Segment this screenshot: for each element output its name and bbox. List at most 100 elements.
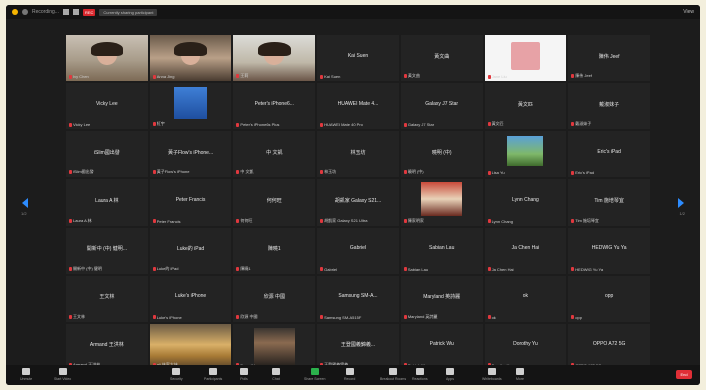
participant-tile[interactable]: 陳曉1 陳曉1 [233, 227, 316, 274]
previous-page-arrow-icon[interactable] [22, 198, 28, 208]
participant-label-text: 黃子Flow's iPhone [156, 169, 190, 175]
participant-tile[interactable]: Ivy Chen [66, 35, 148, 82]
toolbar-button-apps[interactable]: Apps [446, 368, 454, 381]
rec-badge: REC [82, 8, 96, 16]
participant-label-text: 中 文凱 [240, 169, 254, 175]
shield-icon[interactable] [12, 9, 18, 15]
participant-display-name: HUAWEI Mate 4... [337, 100, 379, 107]
participant-tile[interactable]: Dorothy YuDorothy Yu [484, 323, 567, 370]
participant-tile[interactable]: HEDWIG Yu Ya HEDWIG Yu Ya [568, 227, 650, 274]
toolbar-button-polls[interactable]: Polls [240, 368, 248, 381]
participant-tile[interactable]: 開新中 (中) 健明... 開新中 (中) 健明 [66, 227, 148, 274]
participant-tile[interactable]: Lynn Chang Lynn Chang [484, 179, 567, 226]
participant-tile[interactable]: 戴淑妹子 戴淑妹子 [568, 83, 650, 130]
muted-mic-icon [403, 170, 407, 175]
participant-tile[interactable]: Sabian Lau Sabian Lau [400, 227, 483, 274]
participant-tile[interactable]: Eric's iPad Eric's iPad [568, 131, 650, 178]
participant-tile[interactable]: Kai Suen Kai Suen [317, 35, 399, 82]
participant-label-text: Lynn Chang [491, 218, 513, 224]
participant-name-label: Anna Jing [152, 74, 175, 79]
participant-display-name: 王登國義錦義... [340, 342, 376, 349]
participant-tile[interactable]: Dave Wang [233, 323, 316, 370]
next-page-arrow-icon[interactable] [678, 198, 684, 208]
toolbar-button-unmute[interactable]: Unmute [20, 368, 32, 381]
participant-tile[interactable]: Luke的 iPad Luke的 iPad [149, 227, 232, 274]
participant-tile[interactable]: 陳家明家 [400, 179, 483, 226]
participant-label-text: Kai Suen [324, 74, 341, 80]
participant-tile[interactable]: ali 林家大妹 [149, 323, 232, 370]
participant-tile[interactable]: 何何旺 何何旺 [233, 179, 316, 226]
sharing-pill[interactable]: Currently sharing participant [99, 8, 158, 16]
end-meeting-button[interactable]: End [676, 370, 692, 379]
info-icon[interactable] [22, 9, 28, 15]
participant-tile[interactable]: 紅宇 [149, 83, 232, 130]
participant-label-text: Sabian Lau [407, 266, 429, 272]
participant-tile[interactable]: Maryland 英詩麗 Maryland 英詩麗 [400, 275, 483, 322]
participant-tile[interactable]: 林玉坊 林玉坊 [317, 131, 399, 178]
muted-mic-icon [320, 170, 324, 175]
participant-label-text: 王莉 [240, 73, 249, 79]
participant-tile[interactable]: Armand 王洪林Armand 王洪林 [66, 323, 148, 370]
participant-tile[interactable]: opp opp [568, 275, 650, 322]
participant-tile[interactable]: Samsung SM-A... Samsung SM-A515F [317, 275, 399, 322]
participant-display-name: 曉明 (中) [431, 149, 452, 156]
participant-tile[interactable]: Anna Jing [149, 35, 232, 82]
breakout-rooms-icon [389, 368, 398, 375]
participant-name-label: Sabian Lau [403, 266, 429, 272]
participant-tile[interactable]: OPPO A72 5GOPPO A72 5G [568, 323, 650, 370]
participant-display-name: Peter Francis [175, 196, 206, 203]
pause-icon[interactable] [62, 9, 69, 15]
toolbar-button-reactions[interactable]: Reactions [412, 368, 428, 381]
participant-tile[interactable]: Peter's iPhone6... Peter's iPhone6s Plus [233, 83, 316, 130]
participant-name-label: 紅宇 [152, 121, 165, 127]
participant-tile[interactable]: 中 文凱中 文凱 [233, 131, 316, 178]
participant-tile[interactable]: 王文林 王文林 [66, 275, 148, 322]
toolbar-button-whiteboards[interactable]: Whiteboards [482, 368, 502, 381]
participant-label-text: ok [491, 314, 496, 320]
toolbar-label: Record [344, 377, 356, 381]
muted-mic-icon [403, 218, 407, 223]
participant-tile[interactable]: Gabriel Gabriel [317, 227, 399, 274]
participant-tile[interactable]: ok ok [484, 275, 567, 322]
participant-tile[interactable]: 王莉 [233, 35, 316, 82]
participant-tile[interactable]: 胡凱家 Galaxy S21... 胡凱家 Galaxy S21 Ultra [317, 179, 399, 226]
muted-mic-icon [152, 170, 156, 175]
participant-tile[interactable]: Tim 施培琴宜 Tim 施培琴宜 [568, 179, 650, 226]
toolbar-button-more[interactable]: More [516, 368, 524, 381]
chat-icon [272, 368, 280, 375]
stop-icon[interactable] [72, 9, 79, 15]
participant-tile[interactable]: Peter Francis Peter Francis [149, 179, 232, 226]
toolbar-button-security[interactable]: Security [170, 368, 183, 381]
record-icon [345, 368, 354, 375]
participant-tile[interactable]: 欣源 中國 欣源 中國 [233, 275, 316, 322]
participant-tile[interactable]: 陳伟 Jeef 陳伟 Jeef [568, 35, 650, 82]
participant-tile[interactable]: 曉明 (中) 曉明 (中) [400, 131, 483, 178]
participant-tile[interactable]: 黃文匹 黃文匹 [484, 83, 567, 130]
participant-name-label: Ivy Chen [69, 74, 89, 79]
participant-tile[interactable]: Galaxy J7 Star Galaxy J7 Star [400, 83, 483, 130]
participant-label-text: Peter's iPhone6s Plus [240, 122, 280, 128]
participant-tile[interactable]: Ja Chen Hai Ja Chen Hai [484, 227, 567, 274]
participant-label-text: Jane Liu [491, 74, 507, 80]
toolbar-button-participants[interactable]: Participants [204, 368, 222, 381]
toolbar-button-record[interactable]: Record [344, 368, 355, 381]
toolbar-button-breakout-rooms[interactable]: Breakout Rooms [380, 368, 406, 381]
toolbar-button-start-video[interactable]: Start Video [54, 368, 71, 381]
participant-tile[interactable]: 王登國義錦義...王登國義錦義 [317, 323, 399, 370]
participant-tile[interactable]: HUAWEI Mate 4... HUAWEI Mate 40 Pro [317, 83, 399, 130]
participant-display-name: Vicky Lee [96, 100, 118, 107]
participant-tile[interactable]: Jane Liu [484, 35, 567, 82]
view-button[interactable]: View [683, 9, 694, 15]
participant-tile[interactable]: 黃文曲 黃文曲 [400, 35, 483, 82]
participant-tile[interactable]: Lisa Yu [484, 131, 567, 178]
participant-tile[interactable]: Vicky Lee Vicky Lee [66, 83, 148, 130]
toolbar-button-chat[interactable]: Chat [272, 368, 280, 381]
participant-tile[interactable]: Laura A 林 Laura A 林 [66, 179, 148, 226]
toolbar-label: Unmute [20, 377, 33, 381]
participant-tile[interactable]: Luke's iPhone Luke's iPhone [149, 275, 232, 322]
participant-tile[interactable]: 黃子Flow's iPhone... 黃子Flow's iPhone [149, 131, 232, 178]
toolbar-button-share-screen[interactable]: Share Screen [304, 368, 325, 381]
participant-label-text: 林玉坊 [324, 169, 337, 175]
participant-tile[interactable]: Patrick WuPatrick Wu [400, 323, 483, 370]
participant-tile[interactable]: iSlim國出發 iSlim國出發 [66, 131, 148, 178]
